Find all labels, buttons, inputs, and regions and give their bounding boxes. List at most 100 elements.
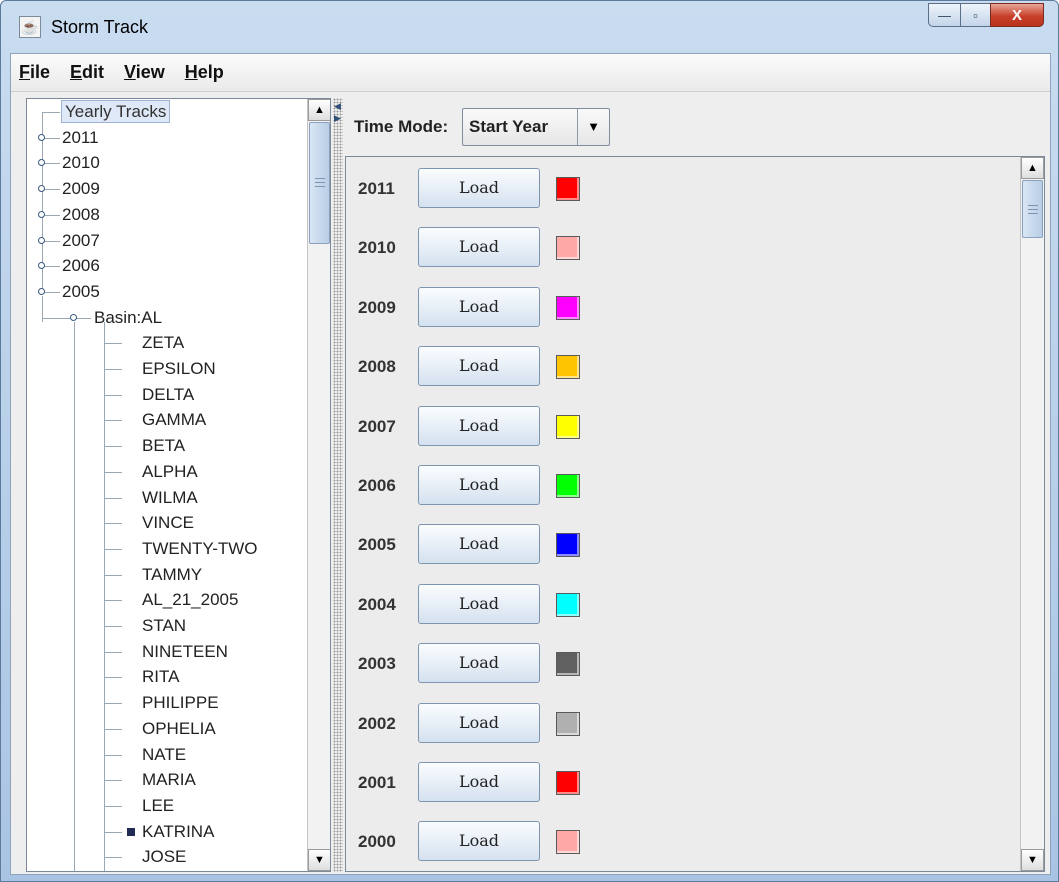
tree-item-storm[interactable]: WILMA — [142, 485, 198, 510]
tree-connector-line — [104, 574, 122, 576]
year-scroll-up-button[interactable]: ▲ — [1021, 157, 1044, 179]
tree-connector-line — [104, 343, 122, 345]
tree-item-storm[interactable]: KATRINA — [142, 819, 214, 844]
track-color-swatch[interactable] — [556, 236, 580, 261]
tree-item-year-2007[interactable]: 2007 — [62, 228, 100, 253]
year-scroll-down-button[interactable]: ▼ — [1021, 849, 1044, 871]
tree-item-year-2011[interactable]: 2011 — [62, 125, 99, 150]
tree-connector-line — [104, 677, 122, 679]
year-row: 2005 Load — [346, 516, 1016, 575]
grip-line — [1028, 209, 1038, 210]
tree-item-storm[interactable]: VINCE — [142, 510, 194, 535]
tracks-tree[interactable]: Yearly Tracks 2011 2010 2009 2008 2007 2006 200… — [27, 99, 307, 871]
year-scroll-thumb[interactable] — [1022, 180, 1043, 238]
tree-connector-line — [104, 394, 122, 396]
tree-item-storm[interactable]: GAMMA — [142, 407, 206, 432]
tree-item-year-2009[interactable]: 2009 — [62, 176, 100, 201]
load-button[interactable]: Load — [418, 702, 540, 743]
tree-scroll-down-button[interactable]: ▼ — [308, 849, 330, 871]
expand-right-icon[interactable]: ▶ — [334, 114, 341, 123]
tree-item-storm[interactable]: ZETA — [142, 330, 184, 355]
tree-connector-line — [104, 651, 122, 653]
tree-item-storm[interactable]: MARIA — [142, 767, 196, 792]
collapsed-node-handle-icon[interactable] — [38, 159, 45, 167]
track-color-swatch[interactable] — [556, 652, 580, 677]
tree-item-storm[interactable]: PHILIPPE — [142, 690, 219, 715]
load-button[interactable]: Load — [418, 762, 540, 802]
expanded-node-handle-icon[interactable] — [38, 287, 45, 295]
collapsed-node-handle-icon[interactable] — [38, 133, 45, 141]
year-label: 2010 — [358, 238, 396, 258]
year-label: 2006 — [358, 476, 396, 495]
tree-item-year-2005[interactable]: 2005 — [62, 279, 100, 304]
collapsed-node-handle-icon[interactable] — [38, 210, 45, 218]
load-button[interactable]: Load — [418, 465, 540, 505]
track-color-swatch[interactable] — [556, 355, 580, 380]
track-color-swatch[interactable] — [556, 533, 580, 558]
tree-item-year-2008[interactable]: 2008 — [62, 202, 100, 227]
track-color-swatch[interactable] — [556, 830, 580, 855]
tree-scroll-thumb[interactable] — [309, 122, 330, 244]
track-color-swatch[interactable] — [556, 711, 580, 736]
time-mode-select[interactable]: Start Year ▼ — [462, 108, 610, 146]
load-button[interactable]: Load — [418, 286, 540, 327]
collapsed-node-handle-icon[interactable] — [38, 262, 45, 270]
collapse-left-icon[interactable]: ◀ — [334, 102, 341, 111]
tree-item-storm[interactable]: JOSE — [142, 844, 186, 869]
grip-line — [315, 182, 325, 183]
tree-item-storm[interactable]: ALPHA — [142, 459, 198, 484]
collapsed-node-handle-icon[interactable] — [38, 185, 45, 193]
tree-root-yearly-tracks[interactable]: Yearly Tracks — [61, 100, 171, 123]
client-area: File Edit View Help Yearly Tracks 2011 201… — [10, 53, 1051, 875]
track-color-swatch[interactable] — [556, 592, 580, 617]
maximize-button[interactable]: ▫ — [960, 3, 990, 27]
tree-item-storm[interactable]: DELTA — [142, 382, 194, 407]
tree-item-storm[interactable]: EPSILON — [142, 356, 216, 381]
chevron-down-icon[interactable]: ▼ — [577, 109, 609, 145]
load-button[interactable]: Load — [418, 405, 540, 446]
tree-item-year-2010[interactable]: 2010 — [62, 150, 100, 175]
minimize-button[interactable]: — — [928, 3, 960, 27]
menu-edit[interactable]: Edit — [70, 62, 104, 83]
track-color-swatch[interactable] — [556, 414, 580, 439]
tree-item-storm[interactable]: LEE — [142, 793, 174, 818]
menu-help[interactable]: Help — [185, 62, 224, 83]
tree-item-storm[interactable]: TAMMY — [142, 562, 202, 587]
year-list-scrollbar[interactable]: ▲ ▼ — [1020, 157, 1044, 871]
collapsed-node-handle-icon[interactable] — [38, 236, 45, 244]
load-button[interactable]: Load — [418, 643, 540, 684]
tree-item-storm[interactable]: TWENTY-TWO — [142, 536, 258, 561]
track-color-swatch[interactable] — [556, 177, 580, 201]
year-label: 2000 — [358, 832, 396, 852]
load-button[interactable]: Load — [418, 524, 540, 565]
tree-item-storm[interactable]: AL_21_2005 — [142, 587, 238, 612]
tree-scrollbar[interactable]: ▲ ▼ — [307, 99, 330, 871]
tree-scroll-up-button[interactable]: ▲ — [308, 99, 330, 121]
expanded-node-handle-icon[interactable] — [70, 313, 77, 321]
tree-item-storm[interactable]: NINETEEN — [142, 639, 228, 664]
tree-item-year-2006[interactable]: 2006 — [62, 253, 100, 278]
load-button[interactable]: Load — [418, 168, 540, 208]
tree-item-storm[interactable]: BETA — [142, 433, 185, 458]
track-color-swatch[interactable] — [556, 474, 580, 498]
track-color-swatch[interactable] — [556, 771, 580, 795]
menu-file[interactable]: File — [19, 62, 50, 83]
load-button[interactable]: Load — [418, 227, 540, 268]
track-color-swatch[interactable] — [556, 295, 580, 320]
tree-item-storm[interactable]: OPHELIA — [142, 716, 216, 741]
menu-view[interactable]: View — [124, 62, 165, 83]
close-button[interactable]: X — [990, 3, 1044, 27]
menu-view-rest: iew — [135, 62, 165, 82]
tree-connector-line — [104, 321, 105, 871]
load-button[interactable]: Load — [418, 346, 540, 387]
tree-connector-line — [104, 754, 122, 756]
load-button[interactable]: Load — [418, 583, 540, 624]
tree-item-storm[interactable]: STAN — [142, 613, 186, 638]
year-label: 2008 — [358, 357, 396, 377]
split-pane-divider[interactable]: ◀ ▶ — [333, 98, 343, 872]
load-button[interactable]: Load — [418, 821, 540, 862]
tree-item-storm[interactable]: RITA — [142, 664, 179, 689]
title-bar[interactable]: ☕ Storm Track — ▫ X — [1, 1, 1058, 53]
tree-connector-line — [104, 523, 122, 525]
tree-item-storm[interactable]: NATE — [142, 742, 186, 767]
